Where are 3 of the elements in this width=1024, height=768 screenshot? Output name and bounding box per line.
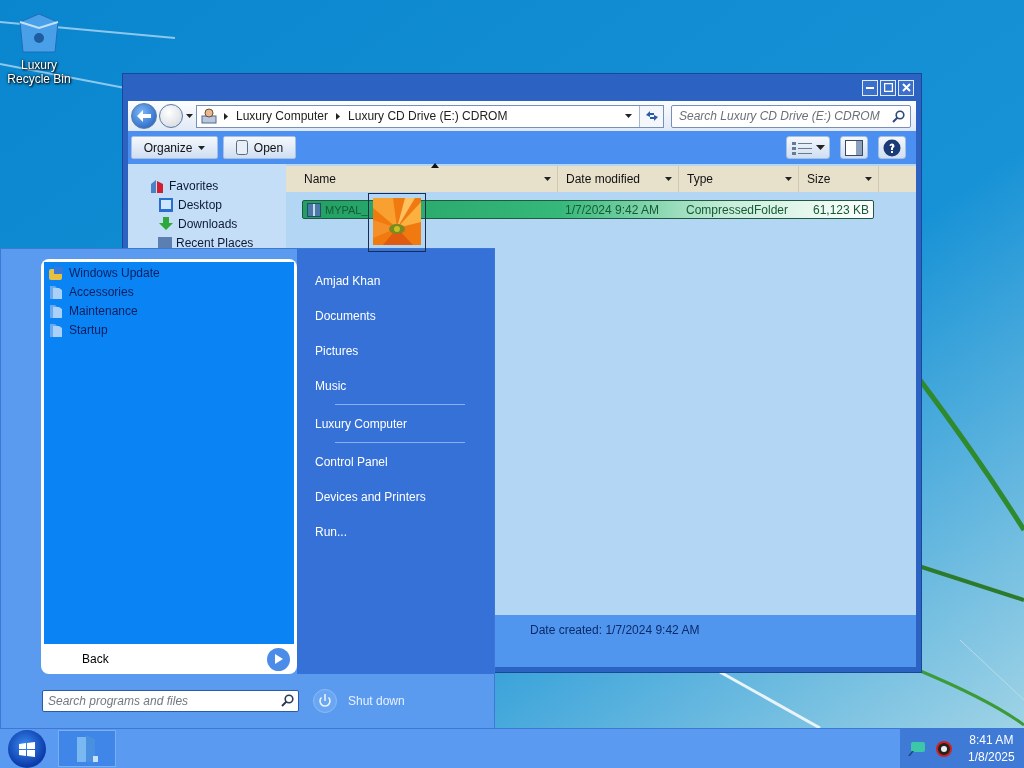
folder-icon	[75, 733, 99, 764]
start-button[interactable]	[8, 729, 46, 768]
four-pane-logo-icon	[18, 740, 36, 757]
